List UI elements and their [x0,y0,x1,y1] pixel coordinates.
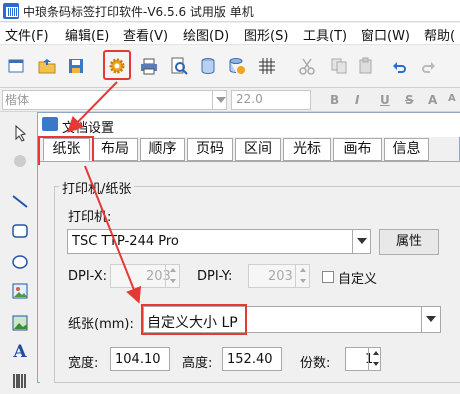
settings-highlight-box [103,50,131,80]
group-title: 打印机/纸张 [59,178,135,197]
text-icon[interactable]: A [11,343,29,361]
paper-label: 纸张(mm): [68,317,134,332]
dpi-x-label: DPI-X: [68,269,108,284]
chevron-down-icon [357,238,367,244]
menu-bar: 文件(F) 编辑(E) 查看(V) 绘图(D) 图形(S) 工具(T) 窗口(W… [0,23,460,44]
underline-button[interactable]: U [380,93,390,107]
tab-info[interactable]: 信息 [384,138,429,161]
menu-file[interactable]: 文件(F) [5,25,49,44]
dialog-title: 文档设置 [62,121,115,136]
custom-checkbox[interactable] [322,271,334,283]
menu-view[interactable]: 查看(V) [123,25,168,44]
dialog-icon [42,117,58,131]
width-value: 104.10 [115,352,161,367]
bold-button[interactable]: B [330,93,339,107]
database-icon[interactable] [199,57,217,75]
barcode-icon[interactable] [11,372,29,390]
chevron-down-icon [426,316,436,322]
tab-cursor[interactable]: 光标 [283,138,331,161]
stepper-up-icon[interactable] [166,265,180,276]
stepper-down-icon[interactable] [369,359,383,370]
stepper-down-icon[interactable] [166,276,180,287]
dpi-y-label: DPI-Y: [197,269,233,284]
font-size-value: 22.0 [236,92,263,106]
font-family-dropdown-button[interactable] [212,90,227,110]
height-label: 高度: [182,356,213,371]
font-family-select[interactable] [2,90,227,110]
tab-page-number[interactable]: 页码 [187,138,233,161]
rounded-rect-icon[interactable] [11,222,29,240]
stepper-up-icon[interactable] [296,265,310,276]
menu-edit[interactable]: 编辑(E) [65,25,109,44]
print-preview-icon[interactable] [170,57,188,75]
copies-spin[interactable] [368,348,382,370]
line-icon[interactable] [11,192,29,210]
menu-shape[interactable]: 图形(S) [244,25,288,44]
dpi-y-stepper[interactable] [295,265,309,287]
app-icon [3,3,19,19]
menu-draw[interactable]: 绘图(D) [183,25,229,44]
dpi-x-stepper[interactable] [165,265,179,287]
pointer-icon[interactable] [11,124,29,142]
print-icon[interactable] [140,57,158,75]
stepper-down-icon[interactable] [296,276,310,287]
paper-size-highlight-box [141,304,247,335]
undo-icon[interactable] [390,57,408,75]
font-shrink-button[interactable]: A [448,93,456,104]
italic-button[interactable]: I [355,93,359,107]
picture-icon[interactable] [11,314,29,332]
image-icon[interactable] [11,282,29,300]
redo-icon[interactable] [420,57,438,75]
grid-icon[interactable] [258,57,276,75]
properties-button[interactable]: 属性 [379,229,439,255]
copies-label: 份数: [300,356,331,371]
save-icon[interactable] [67,57,85,75]
copy-icon[interactable] [330,57,348,75]
custom-label: 自定义 [338,272,378,287]
ellipse-icon[interactable] [11,253,29,271]
tab-range[interactable]: 区间 [235,138,281,161]
menu-tools[interactable]: 工具(T) [303,25,347,44]
window-title: 中琅条码标签打印软件-V6.5.6 试用版 单机 [23,5,254,19]
paper-size-dropdown-button[interactable] [421,307,439,332]
paste-icon[interactable] [357,57,375,75]
width-label: 宽度: [68,356,99,371]
printer-value: TSC TTP-244 Pro [72,234,179,249]
printer-dropdown-button[interactable] [352,230,370,253]
font-family-value: 楷体 [5,93,30,107]
database-settings-icon[interactable] [228,57,246,75]
tab-layout[interactable]: 布局 [92,138,138,161]
tab-order[interactable]: 顺序 [140,138,185,161]
cut-icon[interactable] [298,57,316,75]
tab-canvas[interactable]: 画布 [333,138,382,161]
strikethrough-button[interactable]: S [405,93,414,107]
open-icon[interactable] [38,57,56,75]
dpi-y-value: 203 [268,269,293,284]
menu-help[interactable]: 帮助( [424,25,455,44]
height-value: 152.40 [227,352,273,367]
new-icon[interactable] [7,57,25,75]
stepper-up-icon[interactable] [369,348,383,359]
chevron-down-icon [216,97,226,103]
magic-icon[interactable] [11,152,29,170]
menu-window[interactable]: 窗口(W) [361,25,410,44]
font-grow-button[interactable]: A [428,93,437,107]
printer-label: 打印机: [68,210,112,225]
